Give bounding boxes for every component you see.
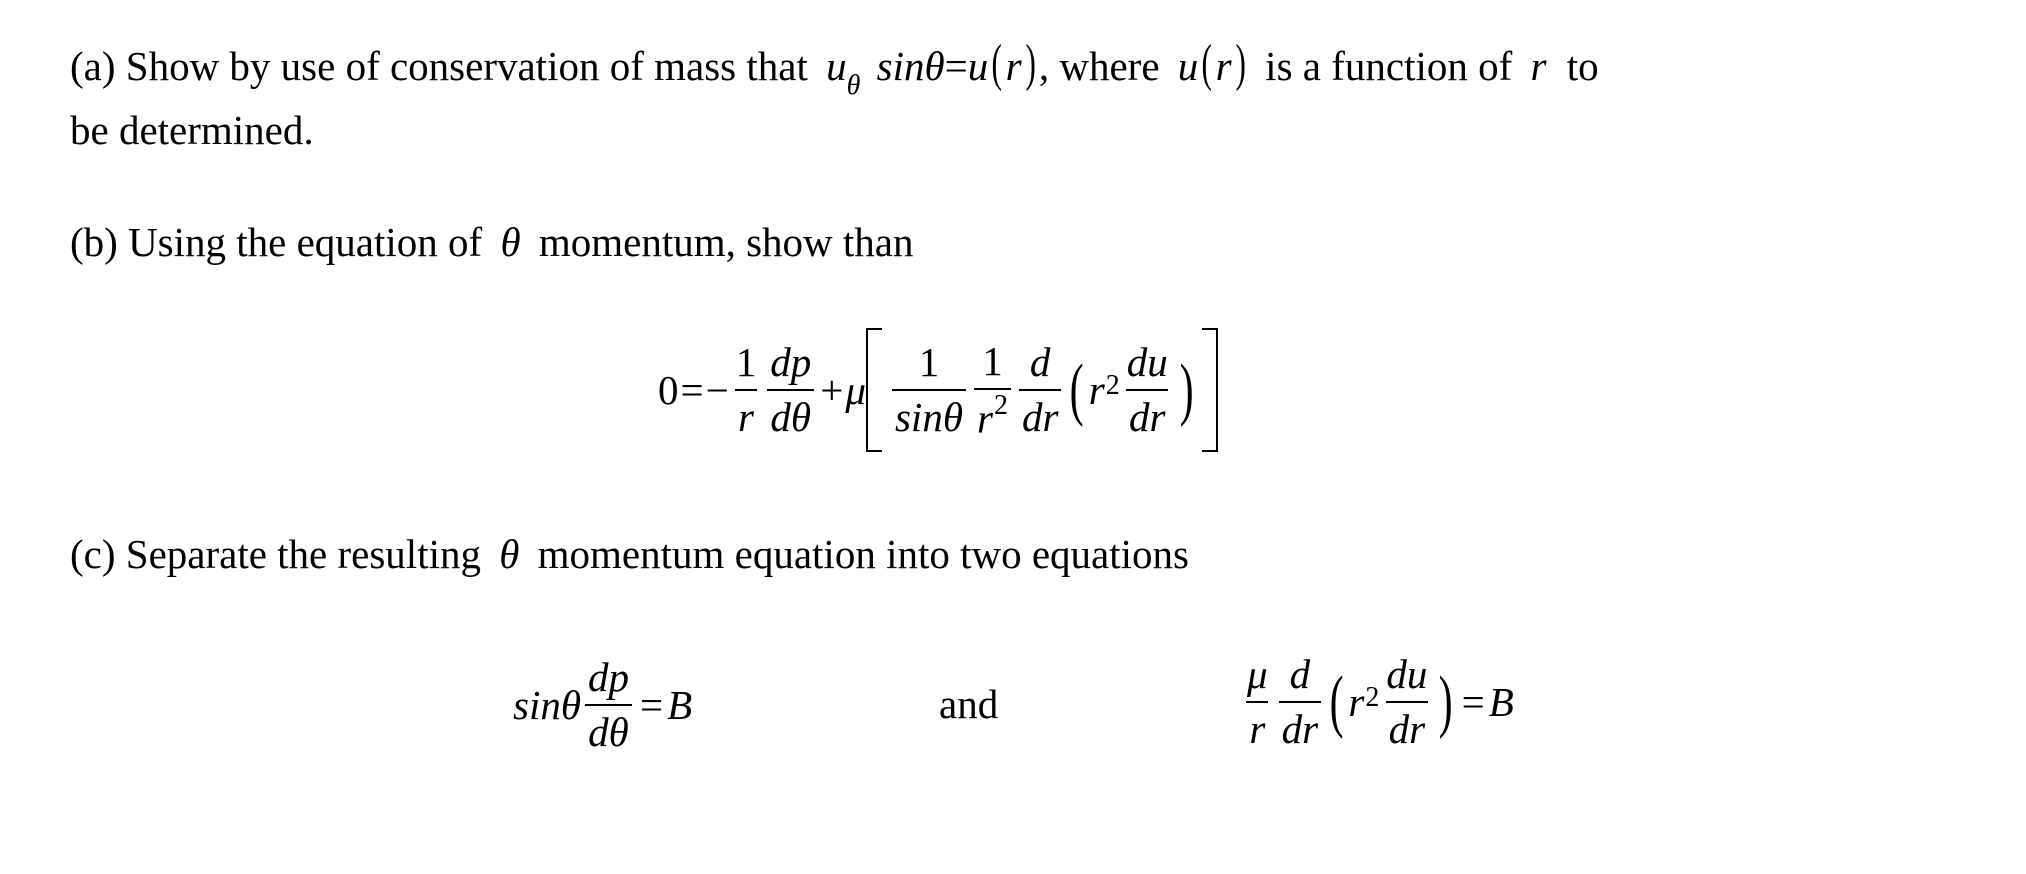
part-a-line-2: be determined.	[70, 107, 314, 153]
fraction-1-over-r-squared: 1 r2	[973, 340, 1011, 440]
r-squared: r2	[1088, 367, 1120, 413]
fraction-mu-over-r: μ r	[1246, 651, 1269, 752]
theta-symbol-c: θ	[499, 531, 520, 577]
theta-momentum-equation: 0 = − 1 r dp dθ + μ 1 sinθ 1 r2 d dr ( r…	[658, 328, 1218, 452]
pressure-equation: sinθ dp dθ = B	[513, 650, 692, 760]
part-c-label: (c)	[70, 531, 116, 577]
left-bracket	[865, 328, 882, 452]
eq1-equals: =	[640, 682, 664, 728]
r-squared-c: r2	[1348, 679, 1380, 725]
right-paren: )	[1179, 351, 1194, 428]
eq-plus: +	[820, 367, 844, 413]
part-b-label: (b)	[70, 219, 118, 265]
left-paren-c: (	[1329, 663, 1344, 740]
mu-symbol: μ	[845, 367, 866, 413]
eq1-rhs: B	[667, 682, 693, 728]
u-function: u	[967, 43, 989, 89]
right-bracket	[1202, 328, 1218, 452]
part-b-text-after: momentum, show than	[538, 219, 914, 265]
u-theta: uθ	[826, 43, 861, 101]
part-a-line-1: (a) Show by use of conservation of mass …	[70, 35, 1599, 101]
part-c-text-before: Separate the resulting	[125, 531, 481, 577]
theta-symbol: θ	[500, 219, 521, 265]
r-variable-2: r	[1215, 43, 1232, 89]
eq-equals: =	[680, 367, 704, 413]
r-variable: r	[1005, 43, 1022, 89]
part-a-label: (a)	[70, 43, 116, 89]
part-a-text-before: Show by use of conservation of mass that	[125, 43, 808, 89]
sin-theta: sinθ	[876, 43, 945, 89]
eq-lhs: 0	[658, 367, 679, 413]
part-a-text-middle: , where	[1038, 43, 1160, 89]
part-b-line: (b) Using the equation of θ momentum, sh…	[70, 222, 914, 263]
fraction-d-dr: d dr	[1018, 342, 1062, 438]
fraction-dp-dtheta-c: dp dθ	[585, 657, 632, 753]
eq2-equals: =	[1461, 679, 1485, 725]
u-function-2: u	[1177, 43, 1199, 89]
fraction-d-dr-c: d dr	[1278, 654, 1322, 750]
connector-and: and	[939, 681, 999, 727]
part-a-text-after: is a function of	[1265, 43, 1513, 89]
fraction-du-dr: du dr	[1125, 339, 1169, 440]
right-paren-c: )	[1439, 663, 1453, 740]
sin-theta-c: sinθ	[513, 682, 581, 728]
eq2-rhs: B	[1488, 679, 1514, 725]
left-paren: (	[1070, 351, 1085, 428]
fraction-1-over-r: 1 r	[735, 339, 757, 440]
fraction-du-dr-c: du dr	[1385, 651, 1429, 752]
part-c-text-after: momentum equation into two equations	[537, 531, 1189, 577]
equals-sign: =	[944, 43, 968, 89]
eq-minus: −	[705, 367, 729, 413]
fraction-dp-dtheta: dp dθ	[767, 342, 815, 438]
part-c-line: (c) Separate the resulting θ momentum eq…	[70, 534, 1189, 575]
part-b-text-before: Using the equation of	[128, 219, 483, 265]
part-a-text-end: to	[1566, 43, 1599, 89]
velocity-equation: μ r d dr ( r2 du dr ) = B	[1240, 642, 1514, 762]
fraction-1-over-sin-theta: 1 sinθ	[891, 342, 966, 438]
r-variable-3: r	[1530, 43, 1547, 89]
